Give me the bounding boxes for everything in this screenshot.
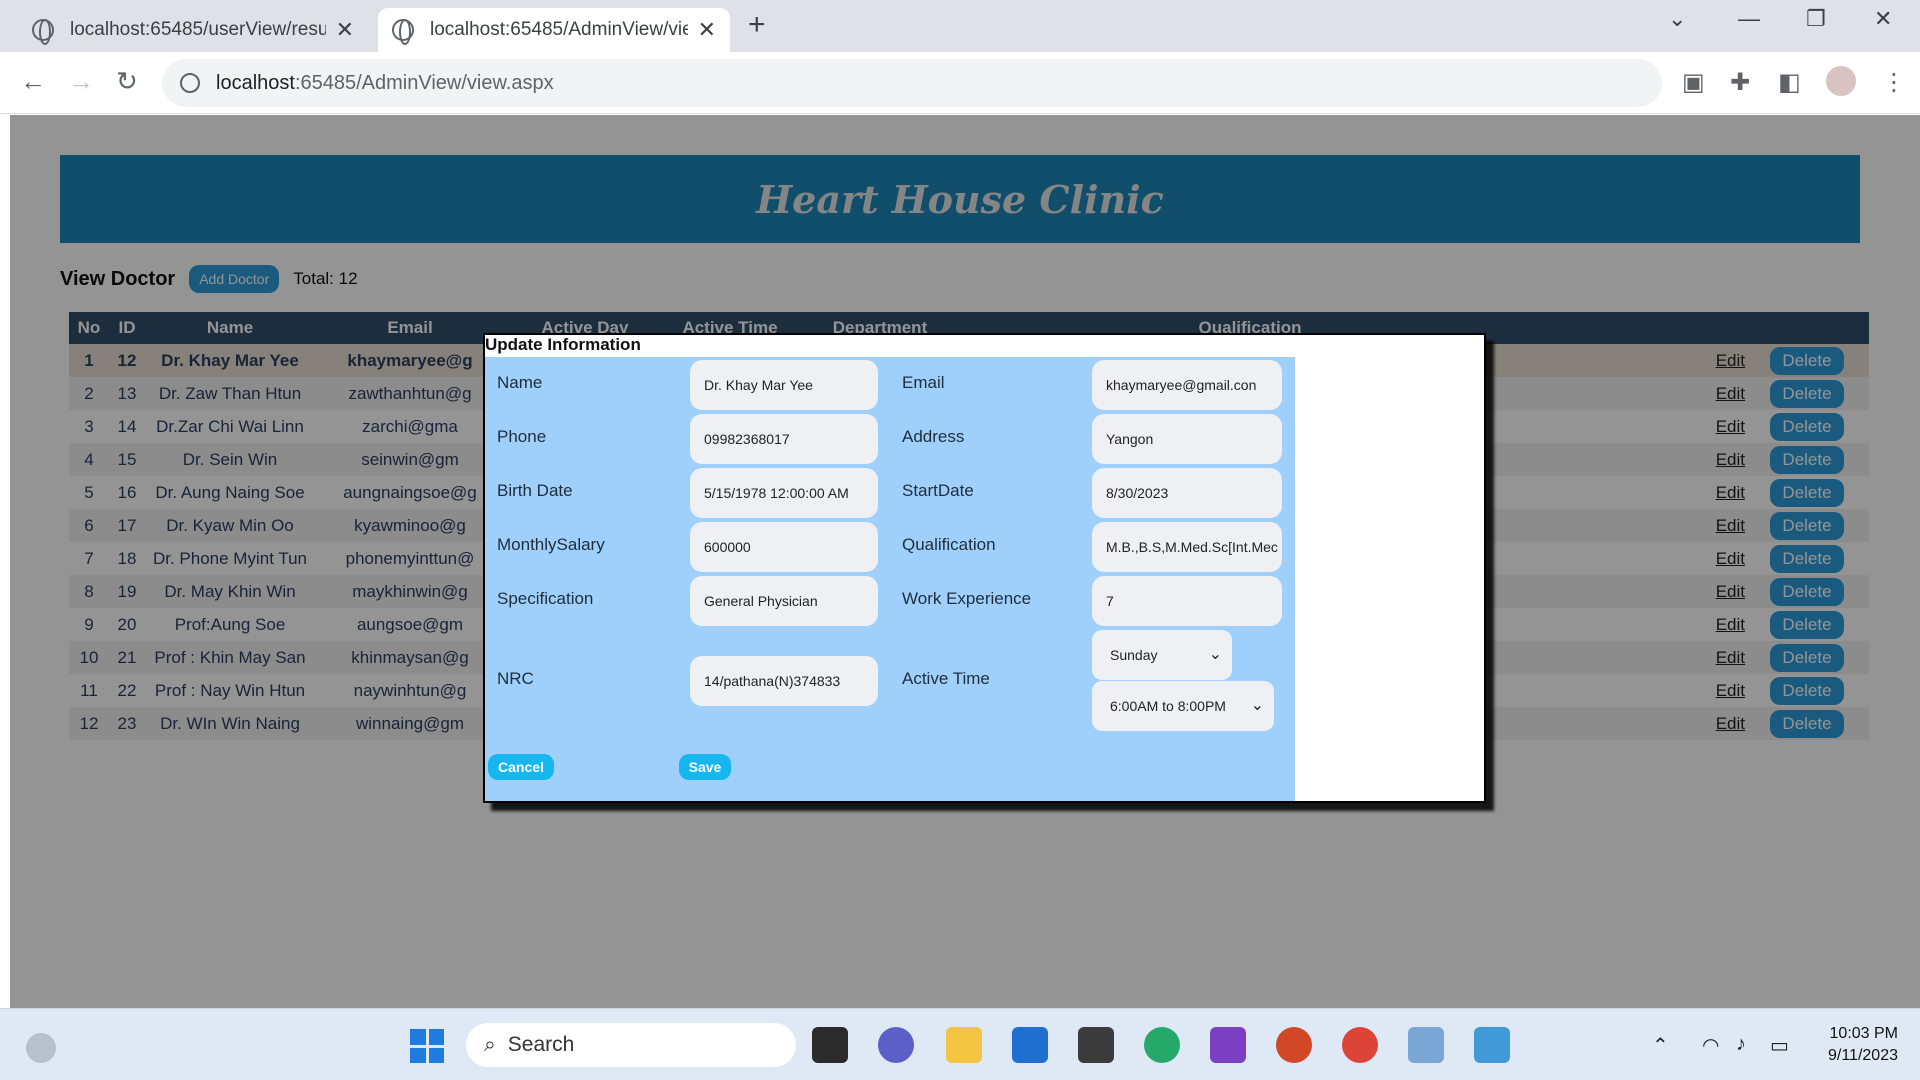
nrc-input[interactable]: 14/pathana(N)374833 [690, 656, 878, 706]
tab-user-result[interactable]: localhost:65485/userView/result.a ✕ [18, 8, 368, 52]
snipping-tool-icon[interactable] [1408, 1027, 1444, 1063]
store-icon[interactable] [1012, 1027, 1048, 1063]
email-input[interactable]: khaymaryee@gmail.con [1092, 360, 1282, 410]
search-icon: ⌕ [484, 1033, 496, 1056]
active-time-select[interactable]: 6:00AM to 8:00PM ⌄ [1092, 681, 1274, 731]
wifi-icon[interactable]: ◠ [1702, 1033, 1719, 1058]
work-experience-input[interactable]: 7 [1092, 576, 1282, 626]
restore-button[interactable]: ❐ [1806, 6, 1826, 32]
cancel-button[interactable]: Cancel [488, 754, 554, 780]
reload-icon[interactable]: ↻ [116, 66, 138, 97]
nrc-label: NRC [497, 669, 534, 688]
qualification-label: Qualification [902, 535, 996, 554]
modal-form: Name Phone Birth Date MonthlySalary Spec… [485, 357, 1295, 801]
taskbar: ⌕ Search ⌃ ◠ ♪ ▭ 10:03 PM 9/11/2023 [0, 1008, 1920, 1080]
minimize-button[interactable]: — [1738, 6, 1760, 32]
globe-icon [392, 19, 414, 45]
active-time-value: 6:00AM to 8:00PM [1110, 698, 1226, 714]
browser-tab-bar: localhost:65485/userView/result.a ✕ loca… [0, 0, 1920, 52]
start-icon[interactable] [410, 1029, 444, 1063]
visual-studio-icon[interactable] [1210, 1027, 1246, 1063]
specification-input[interactable]: General Physician [690, 576, 878, 626]
avatar[interactable] [1826, 66, 1856, 96]
save-button[interactable]: Save [679, 754, 731, 780]
start-date-input[interactable]: 8/30/2023 [1092, 468, 1282, 518]
taskbar-search[interactable]: ⌕ Search [466, 1023, 796, 1067]
browser-toolbar: ← → ↻ localhost:65485/AdminView/view.asp… [0, 52, 1920, 114]
file-explorer-icon[interactable] [946, 1027, 982, 1063]
address-bar[interactable]: localhost:65485/AdminView/view.aspx [162, 59, 1662, 107]
phone-input[interactable]: 09982368017 [690, 414, 878, 464]
tab-title: localhost:65485/AdminView/view [430, 19, 688, 40]
extensions-icon[interactable]: ✚ [1730, 68, 1750, 97]
birth-date-input[interactable]: 5/15/1978 12:00:00 AM [690, 468, 878, 518]
active-day-value: Sunday [1110, 647, 1158, 663]
birth-date-label: Birth Date [497, 481, 573, 500]
specification-label: Specification [497, 589, 594, 608]
menu-icon[interactable]: ⋮ [1882, 68, 1906, 97]
chevron-down-icon: ⌄ [1208, 646, 1222, 663]
notepad-icon[interactable] [1474, 1027, 1510, 1063]
url-host: localhost [216, 71, 295, 94]
sublime-icon[interactable] [1078, 1027, 1114, 1063]
side-panel-icon[interactable]: ◧ [1778, 68, 1801, 97]
salary-input[interactable]: 600000 [690, 522, 878, 572]
close-tab-icon[interactable]: ✕ [336, 17, 354, 43]
address-label: Address [902, 427, 965, 446]
email-label: Email [902, 373, 945, 392]
teams-icon[interactable] [878, 1027, 914, 1063]
edge-icon[interactable] [1144, 1027, 1180, 1063]
work-experience-label: Work Experience [902, 589, 1032, 608]
clock-date: 9/11/2023 [1828, 1047, 1898, 1064]
start-date-label: StartDate [902, 481, 974, 500]
clock-time: 10:03 PM [1829, 1025, 1898, 1042]
salary-label: MonthlySalary [497, 535, 605, 554]
close-tab-icon[interactable]: ✕ [698, 17, 716, 43]
forward-icon[interactable]: → [68, 66, 94, 97]
qualification-input[interactable]: M.B.,B.S,M.Med.Sc[Int.Mec [1092, 522, 1282, 572]
globe-icon [32, 19, 54, 45]
name-input[interactable]: Dr. Khay Mar Yee [690, 360, 878, 410]
update-modal: Update Information Name Phone Birth Date… [483, 333, 1486, 803]
site-info-icon[interactable] [180, 73, 200, 93]
name-label: Name [497, 373, 543, 392]
active-time-label: Active Time [902, 669, 990, 688]
chrome-icon[interactable] [1342, 1027, 1378, 1063]
url-path: :65485/AdminView/view.aspx [294, 71, 554, 94]
powerpoint-icon[interactable] [1276, 1027, 1312, 1063]
chevron-up-icon[interactable]: ⌃ [1652, 1033, 1669, 1058]
tab-admin-view[interactable]: localhost:65485/AdminView/view ✕ [378, 8, 730, 52]
chevron-down-icon: ⌄ [1250, 697, 1264, 714]
tab-title: localhost:65485/userView/result.a [70, 19, 326, 40]
system-clock[interactable]: 10:03 PM 9/11/2023 [1828, 1023, 1898, 1067]
new-tab-button[interactable]: + [748, 8, 766, 42]
battery-icon[interactable]: ▭ [1770, 1033, 1789, 1058]
page-content: Heart House Clinic View Doctor Add Docto… [10, 115, 1920, 1008]
volume-icon[interactable]: ♪ [1736, 1033, 1746, 1056]
modal-title: Update Information [485, 335, 641, 354]
tab-search-chevron-icon[interactable]: ⌄ [1668, 6, 1686, 32]
search-label: Search [507, 1033, 575, 1056]
close-window-button[interactable]: ✕ [1874, 6, 1892, 32]
address-input[interactable]: Yangon [1092, 414, 1282, 464]
task-view-icon[interactable] [812, 1027, 848, 1063]
active-day-select[interactable]: Sunday ⌄ [1092, 630, 1232, 680]
phone-label: Phone [497, 427, 547, 446]
widgets-icon[interactable] [26, 1033, 56, 1063]
profile-extension-icon[interactable]: ▣ [1682, 68, 1705, 97]
back-icon[interactable]: ← [20, 66, 46, 97]
